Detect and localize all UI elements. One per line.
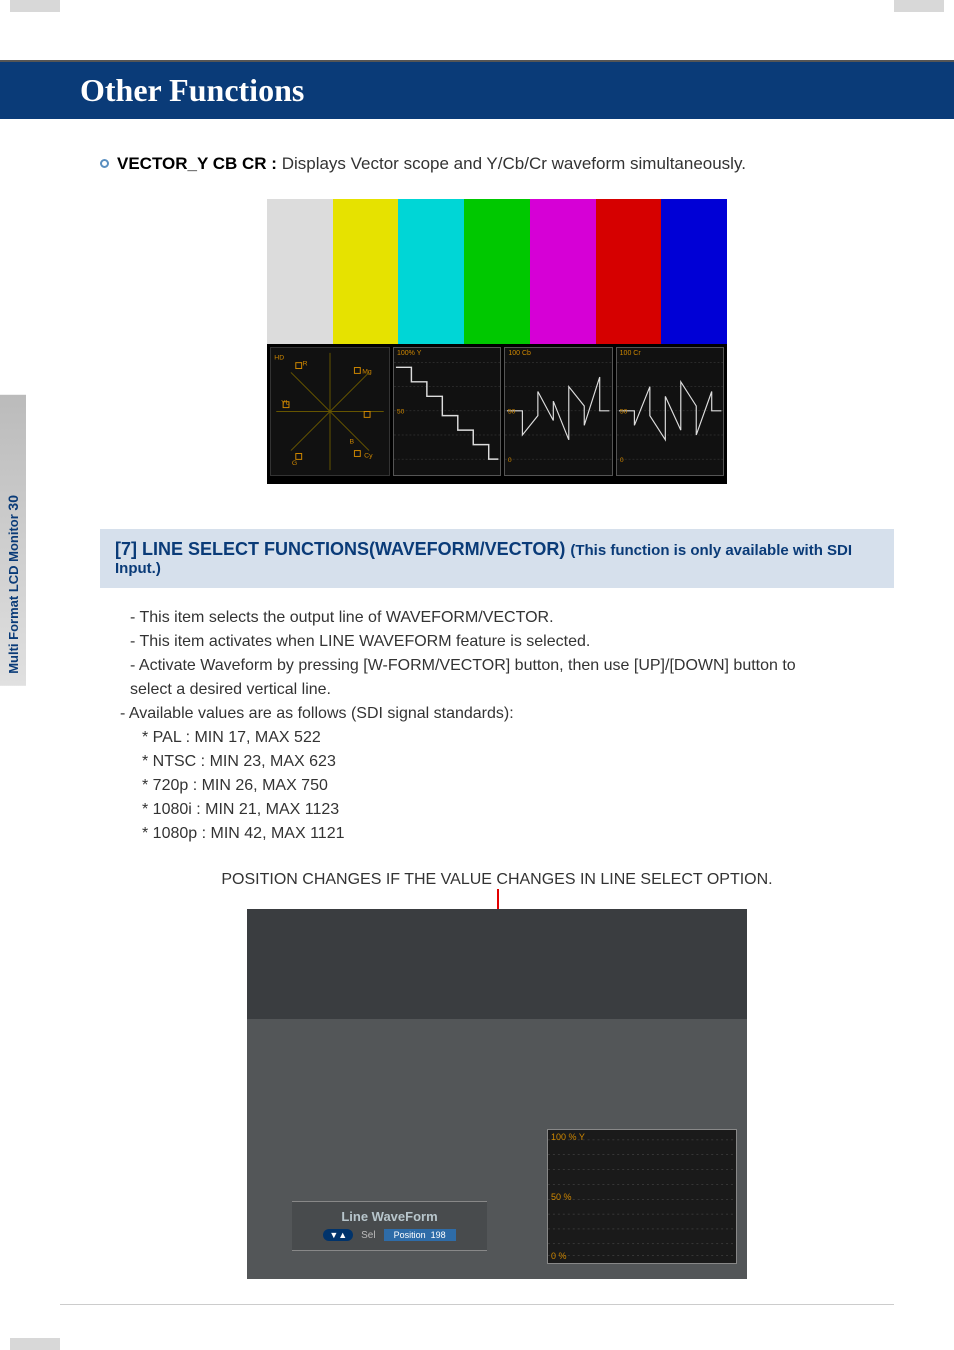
- body-line: - Activate Waveform by pressing [W-FORM/…: [120, 654, 894, 678]
- graph-label-100: 100 % Y: [551, 1132, 585, 1142]
- line-select-mid-region: Line WaveForm ▼▲ Sel Position 198: [247, 1019, 747, 1279]
- svg-text:50: 50: [620, 409, 628, 416]
- svg-text:YL: YL: [281, 400, 290, 407]
- color-bar-red: [596, 199, 662, 344]
- bullet-text: VECTOR_Y CB CR : Displays Vector scope a…: [117, 154, 746, 174]
- color-bars: [267, 199, 727, 344]
- color-bar-magenta: [530, 199, 596, 344]
- sel-label: Sel: [361, 1230, 375, 1241]
- footer-rule: [60, 1304, 894, 1305]
- body-line: * 1080p : MIN 42, MAX 1121: [120, 822, 894, 846]
- color-bar-blue: [661, 199, 727, 344]
- body-line: select a desired vertical line.: [120, 678, 894, 702]
- up-down-badge: ▼▲: [323, 1229, 353, 1241]
- body-line: - This item selects the output line of W…: [120, 606, 894, 630]
- color-bar-cyan: [398, 199, 464, 344]
- svg-text:0: 0: [620, 457, 624, 464]
- body-line: * NTSC : MIN 23, MAX 623: [120, 750, 894, 774]
- tab-marker-left: [10, 0, 60, 12]
- page-title: Other Functions: [0, 60, 954, 119]
- tab-marker-bottom: [10, 1338, 60, 1350]
- position-value: 198: [431, 1230, 446, 1240]
- section-7-body: - This item selects the output line of W…: [120, 606, 894, 846]
- line-waveform-osd: Line WaveForm ▼▲ Sel Position 198: [292, 1201, 487, 1251]
- waveform-y-panel: 100% Y 50: [393, 347, 501, 476]
- color-bar-green: [464, 199, 530, 344]
- side-page-number: 30: [5, 495, 21, 511]
- bullet-label: VECTOR_Y CB CR :: [117, 154, 282, 173]
- svg-text:HD: HD: [274, 355, 284, 362]
- line-select-top-region: [247, 909, 747, 1019]
- line-select-figure: Line WaveForm ▼▲ Sel Position 198: [247, 909, 747, 1279]
- svg-text:0: 0: [508, 457, 512, 464]
- side-label: Multi Format LCD Monitor: [6, 511, 21, 674]
- vector-scope: HD R Mg YL Cy G B: [270, 347, 390, 476]
- svg-text:50: 50: [397, 409, 405, 416]
- color-bar-yellow: [333, 199, 399, 344]
- bullet-icon: [100, 159, 109, 168]
- body-line: - Available values are as follows (SDI s…: [120, 702, 894, 726]
- svg-text:Cy: Cy: [364, 452, 373, 459]
- up-down-icon: ▼▲: [329, 1230, 347, 1240]
- body-line: * 720p : MIN 26, MAX 750: [120, 774, 894, 798]
- position-value-box: Position 198: [384, 1229, 456, 1241]
- line-waveform-title: Line WaveForm: [292, 1209, 487, 1224]
- side-tab: Multi Format LCD Monitor 30: [0, 395, 26, 686]
- section-7-title: [7] LINE SELECT FUNCTIONS(WAVEFORM/VECTO…: [115, 539, 570, 559]
- position-label: Position: [394, 1230, 426, 1240]
- vector-ycbcr-item: VECTOR_Y CB CR : Displays Vector scope a…: [100, 154, 894, 174]
- body-line: * 1080i : MIN 21, MAX 1123: [120, 798, 894, 822]
- line-select-caption: POSITION CHANGES IF THE VALUE CHANGES IN…: [100, 871, 894, 889]
- svg-text:Mg: Mg: [362, 368, 372, 375]
- graph-label-50: 50 %: [551, 1192, 572, 1202]
- waveform-cb-panel: 100 Cb 50 0: [504, 347, 612, 476]
- vector-ycbcr-screenshot: HD R Mg YL Cy G B 100% Y: [267, 199, 727, 484]
- body-line: - This item activates when LINE WAVEFORM…: [120, 630, 894, 654]
- section-7-header: [7] LINE SELECT FUNCTIONS(WAVEFORM/VECTO…: [100, 529, 894, 588]
- line-select-screenshot: Line WaveForm ▼▲ Sel Position 198: [247, 909, 747, 1279]
- svg-text:B: B: [350, 439, 355, 446]
- svg-text:50: 50: [508, 409, 516, 416]
- waveform-cr-panel: 100 Cr 50 0: [616, 347, 724, 476]
- graph-label-0: 0 %: [551, 1251, 567, 1261]
- body-line: * PAL : MIN 17, MAX 522: [120, 726, 894, 750]
- tab-marker-right: [894, 0, 944, 12]
- color-bar-white: [267, 199, 333, 344]
- svg-text:R: R: [303, 361, 308, 368]
- svg-text:G: G: [292, 460, 297, 467]
- waveform-graph: 100 % Y 50 % 0 %: [547, 1129, 737, 1264]
- bullet-desc: Displays Vector scope and Y/Cb/Cr wavefo…: [282, 154, 746, 173]
